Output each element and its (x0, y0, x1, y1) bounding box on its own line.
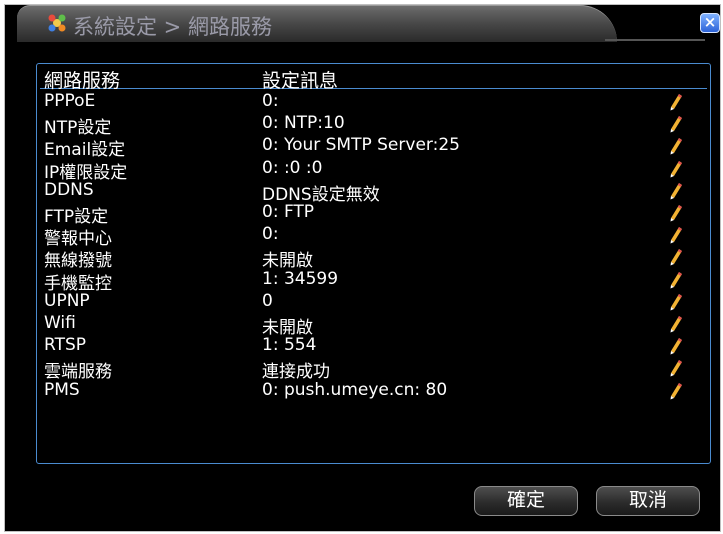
table-row[interactable]: 雲端服務 連接成功 (40, 357, 707, 382)
pencil-icon[interactable] (669, 115, 683, 133)
table-row[interactable]: DDNS DDNS設定無效 (40, 179, 707, 205)
close-button[interactable]: × (700, 13, 720, 33)
service-name: Wifi (44, 313, 76, 333)
pencil-icon[interactable] (669, 382, 683, 400)
pencil-icon[interactable] (669, 226, 683, 244)
pencil-icon[interactable] (669, 271, 683, 289)
table-row[interactable]: UPNP 0 (40, 291, 707, 313)
cancel-button[interactable]: 取消 (596, 486, 700, 516)
table-row[interactable]: Email設定 0: Your SMTP Server:25 (40, 135, 707, 160)
table-row[interactable]: RTSP 1: 554 (40, 335, 707, 357)
service-value: 0: :0 :0 (262, 157, 323, 178)
table-row[interactable]: FTP設定 0: FTP (40, 202, 707, 227)
pencil-icon[interactable] (669, 315, 683, 333)
service-name: PMS (44, 379, 80, 400)
table-row[interactable]: 警報中心 0: (40, 224, 707, 249)
table-row[interactable]: 無線撥號 未開啟 (40, 246, 707, 271)
pencil-icon[interactable] (669, 204, 683, 222)
service-value: 0: Your SMTP Server:25 (262, 135, 460, 156)
service-value: 0: push.umeye.cn: 80 (262, 379, 448, 400)
pencil-icon[interactable] (669, 137, 683, 155)
service-value: 0: (262, 224, 279, 245)
service-name: DDNS (44, 179, 94, 200)
table-row[interactable]: 手機監控 1: 34599 (40, 268, 707, 294)
pencil-icon[interactable] (669, 337, 683, 355)
title-bar: 系統設定 > 網路服務 × (5, 5, 720, 43)
service-name: PPPoE (44, 91, 96, 111)
pencil-icon[interactable] (669, 293, 683, 311)
title-divider (605, 39, 705, 41)
service-value: 0: FTP (262, 202, 315, 222)
service-value: 0: NTP:10 (262, 113, 345, 134)
services-panel: 網路服務 設定訊息 PPPoE 0: NTP設定 0: NTP:10 Email設定 0:… (36, 63, 711, 464)
service-name: RTSP (44, 335, 87, 356)
service-value: 0: (262, 91, 279, 111)
pencil-icon[interactable] (669, 160, 683, 178)
close-icon: × (703, 13, 717, 31)
header-service: 網路服務 (44, 70, 121, 92)
table-row[interactable]: NTP設定 0: NTP:10 (40, 113, 707, 138)
pencil-icon[interactable] (669, 182, 683, 200)
pencil-icon[interactable] (669, 248, 683, 266)
header-config: 設定訊息 (262, 70, 339, 92)
ok-button[interactable]: 確定 (474, 486, 578, 516)
table-header: 網路服務 設定訊息 (40, 67, 707, 92)
table-row[interactable]: PMS 0: push.umeye.cn: 80 (40, 380, 707, 402)
pencil-icon[interactable] (669, 359, 683, 377)
window-title: 系統設定 > 網路服務 (73, 15, 272, 39)
table-row[interactable]: PPPoE 0: (40, 91, 707, 113)
network-services-dialog: 系統設定 > 網路服務 × 網路服務 設定訊息 PPPoE 0: NTP設定 0: N… (4, 4, 721, 532)
service-name: UPNP (44, 290, 90, 311)
service-value: 1: 34599 (262, 268, 339, 289)
pencil-icon[interactable] (669, 93, 683, 111)
table-row[interactable]: IP權限設定 0: :0 :0 (40, 157, 707, 183)
system-logo-icon (48, 14, 66, 32)
service-value: 1: 554 (262, 335, 317, 356)
table-row[interactable]: Wifi 未開啟 (40, 313, 707, 338)
service-value: 0 (262, 290, 273, 311)
